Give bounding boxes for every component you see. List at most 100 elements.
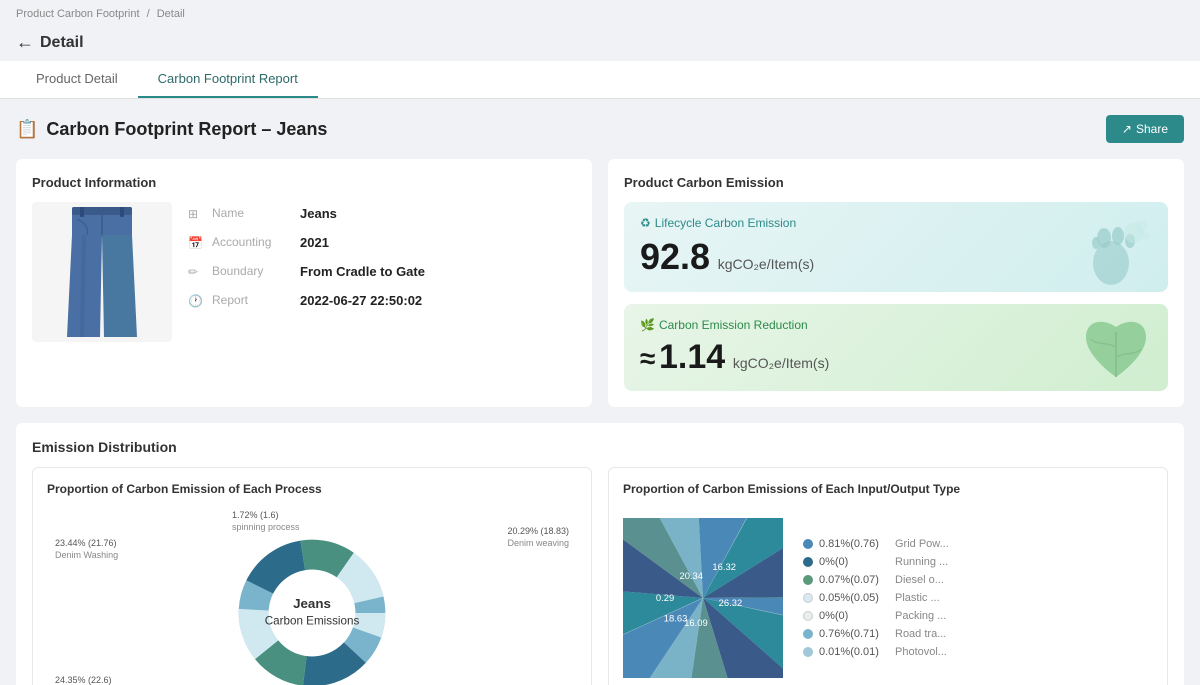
legend-label-4: Packing ... — [895, 610, 946, 622]
legend-value-0: 0.81%(0.76) — [819, 538, 889, 550]
report-title: 📋 Carbon Footprint Report – Jeans — [16, 119, 327, 140]
legend-item-1: 0%(0) Running ... — [803, 556, 949, 568]
back-arrow-icon: ← — [16, 32, 34, 53]
legend-label-2: Diesel o... — [895, 574, 944, 586]
product-info-layout: ⊞ Name Jeans 📅 Accounting 2021 ✏ Boundar… — [32, 202, 576, 342]
share-label: Share — [1136, 122, 1168, 136]
svg-text:0.29: 0.29 — [656, 592, 674, 603]
name-label: Name — [212, 206, 292, 220]
accounting-value: 2021 — [300, 235, 329, 250]
boundary-icon: ✏ — [188, 265, 204, 279]
legend-dot-2 — [803, 575, 813, 585]
product-details: ⊞ Name Jeans 📅 Accounting 2021 ✏ Boundar… — [188, 202, 576, 308]
share-button[interactable]: ↗ Share — [1106, 115, 1184, 143]
name-value: Jeans — [300, 206, 337, 221]
main-content: 📋 Carbon Footprint Report – Jeans ↗ Shar… — [0, 99, 1200, 685]
leaf-icon — [1076, 317, 1156, 387]
detail-row-report: 🕐 Report 2022-06-27 22:50:02 — [188, 293, 576, 308]
legend-dot-5 — [803, 629, 813, 639]
label-spinning: 1.72% (1.6)spinning process — [232, 510, 300, 533]
jeans-illustration — [62, 207, 142, 337]
legend-value-4: 0%(0) — [819, 610, 889, 622]
svg-text:18.63: 18.63 — [664, 613, 688, 624]
carbon-emission-title: Product Carbon Emission — [624, 175, 1168, 190]
reduction-prefix: ≈ — [640, 343, 655, 374]
legend-item-4: 0%(0) Packing ... — [803, 610, 949, 622]
tab-product-detail[interactable]: Product Detail — [16, 61, 138, 98]
reduction-value: 1.14 — [659, 338, 725, 376]
detail-row-accounting: 📅 Accounting 2021 — [188, 235, 576, 250]
lifecycle-value: 92.8 — [640, 236, 710, 277]
label-garment: 24.35% (22.6)Garment Making — [55, 675, 122, 685]
reduction-unit: kgCO₂e/Item(s) — [733, 355, 829, 371]
process-donut-chart: Jeans Carbon Emissions — [227, 528, 397, 685]
lifecycle-unit: kgCO₂e/Item(s) — [718, 256, 814, 272]
legend-list: 0.81%(0.76) Grid Pow... 0%(0) Running ..… — [803, 538, 949, 658]
legend-item-3: 0.05%(0.05) Plastic ... — [803, 592, 949, 604]
legend-label-3: Plastic ... — [895, 592, 940, 604]
label-washing: 23.44% (21.76)Denim Washing — [55, 538, 118, 561]
label-weaving: 20.29% (18.83)Denim weaving — [507, 526, 569, 549]
process-chart-title: Proportion of Carbon Emission of Each Pr… — [47, 482, 577, 496]
footprint-icon — [1076, 208, 1156, 288]
boundary-value: From Cradle to Gate — [300, 264, 425, 279]
svg-text:16.32: 16.32 — [712, 561, 736, 572]
legend-dot-3 — [803, 593, 813, 603]
legend-value-2: 0.07%(0.07) — [819, 574, 889, 586]
report-title-text: Carbon Footprint Report – Jeans — [46, 119, 327, 140]
product-info-card: Product Information — [16, 159, 592, 407]
legend-dot-4 — [803, 611, 813, 621]
svg-text:16.09: 16.09 — [684, 617, 708, 628]
product-image — [32, 202, 172, 342]
legend-value-3: 0.05%(0.05) — [819, 592, 889, 604]
process-chart-box: Proportion of Carbon Emission of Each Pr… — [32, 467, 592, 685]
legend-item-6: 0.01%(0.01) Photovol... — [803, 646, 949, 658]
lifecycle-value-row: 92.8 kgCO₂e/Item(s) — [640, 236, 814, 278]
tabs-bar: Product Detail Carbon Footprint Report — [0, 61, 1200, 99]
legend-label-1: Running ... — [895, 556, 948, 568]
svg-text:20.34: 20.34 — [679, 570, 703, 581]
page-header: ← Detail — [0, 28, 1200, 61]
share-icon: ↗ — [1122, 122, 1132, 136]
reduction-value-row: ≈ 1.14 kgCO₂e/Item(s) — [640, 338, 829, 377]
svg-text:Carbon Emissions: Carbon Emissions — [265, 615, 360, 628]
reduction-label: 🌿 Carbon Emission Reduction — [640, 318, 829, 332]
report-time-icon: 🕐 — [188, 294, 204, 308]
report-value: 2022-06-27 22:50:02 — [300, 293, 422, 308]
legend-label-5: Road tra... — [895, 628, 946, 640]
report-label: Report — [212, 293, 292, 307]
reduction-box: 🌿 Carbon Emission Reduction ≈ 1.14 kgCO₂… — [624, 304, 1168, 391]
lifecycle-box: ♻ Lifecycle Carbon Emission 92.8 kgCO₂e/… — [624, 202, 1168, 292]
legend-value-1: 0%(0) — [819, 556, 889, 568]
tab-carbon-footprint-report[interactable]: Carbon Footprint Report — [138, 61, 318, 98]
input-output-pie-chart: 20.34 16.32 26.32 16.09 0.29 18.63 — [623, 518, 783, 678]
legend-dot-6 — [803, 647, 813, 657]
charts-row: Proportion of Carbon Emission of Each Pr… — [32, 467, 1168, 685]
carbon-emission-card: Product Carbon Emission ♻ Lifecycle Carb… — [608, 159, 1184, 407]
reduction-leaf-icon: 🌿 — [640, 318, 655, 332]
page-title: Detail — [40, 34, 84, 52]
emission-distribution-title: Emission Distribution — [32, 439, 1168, 455]
legend-item-5: 0.76%(0.71) Road tra... — [803, 628, 949, 640]
lifecycle-leaf-icon: ♻ — [640, 216, 651, 230]
boundary-label: Boundary — [212, 264, 292, 278]
legend-value-5: 0.76%(0.71) — [819, 628, 889, 640]
breadcrumb: Product Carbon Footprint / Detail — [0, 0, 1200, 28]
lifecycle-label: ♻ Lifecycle Carbon Emission — [640, 216, 814, 230]
input-output-chart-title: Proportion of Carbon Emissions of Each I… — [623, 482, 1153, 496]
breadcrumb-parent[interactable]: Product Carbon Footprint — [16, 8, 140, 20]
legend-item-2: 0.07%(0.07) Diesel o... — [803, 574, 949, 586]
detail-row-name: ⊞ Name Jeans — [188, 206, 576, 221]
breadcrumb-sep: / — [147, 8, 150, 20]
accounting-icon: 📅 — [188, 236, 204, 250]
info-emission-row: Product Information — [16, 159, 1184, 407]
breadcrumb-current: Detail — [157, 8, 185, 20]
svg-text:26.32: 26.32 — [719, 597, 743, 608]
input-output-chart-box: Proportion of Carbon Emissions of Each I… — [608, 467, 1168, 685]
back-button[interactable]: ← Detail — [16, 32, 84, 53]
report-document-icon: 📋 — [16, 119, 38, 140]
name-icon: ⊞ — [188, 207, 204, 221]
emission-distribution-section: Emission Distribution Proportion of Carb… — [16, 423, 1184, 685]
legend-value-6: 0.01%(0.01) — [819, 646, 889, 658]
legend-dot-1 — [803, 557, 813, 567]
